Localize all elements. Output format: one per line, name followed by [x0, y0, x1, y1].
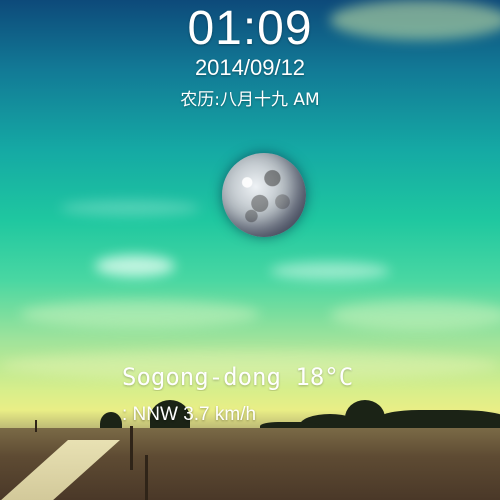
fence-post: [145, 455, 148, 500]
weather-location-temp: Sogong-dong 18°C: [122, 363, 354, 391]
sky-cloud: [270, 262, 390, 280]
sky-cloud: [330, 300, 500, 330]
lock-screen: 01:09 2014/09/12 农历:八月十九 AM Sogong-dong …: [0, 0, 500, 500]
sky-cloud: [60, 200, 200, 216]
weather-wind: : NNW 3.7 km/h: [122, 404, 257, 425]
sky-cloud: [95, 255, 175, 277]
fence-post: [35, 420, 37, 432]
fence-post: [130, 426, 133, 470]
sky-cloud: [20, 300, 260, 328]
clock-date: 2014/09/12: [194, 55, 306, 80]
lunar-date: 农历:八月十九 AM: [180, 90, 320, 110]
clock-time: 01:09: [187, 2, 313, 55]
moon-phase-icon: [222, 153, 306, 237]
